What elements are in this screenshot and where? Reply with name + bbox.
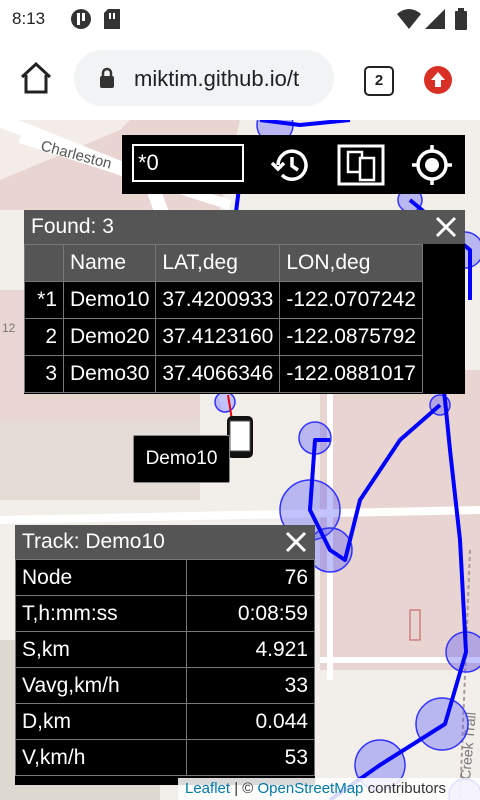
table-row: Vavg,km/h 33 [15,667,315,704]
track-value: 33 [185,667,315,704]
row-name: Demo20 [62,318,157,356]
osm-link[interactable]: OpenStreetMap [258,780,364,797]
found-table: Name LAT,deg LON,deg *1 Demo10 37.420093… [24,244,423,393]
url-text: miktim.github.io/t [134,66,300,91]
sim-card-icon [103,8,121,35]
track-value: 76 [185,559,315,596]
status-time: 8:13 [12,9,46,28]
row-lat: 37.4200933 [155,281,281,319]
table-row[interactable]: 2 Demo20 37.4123160 -122.0875792 [24,318,423,356]
update-button[interactable] [424,66,452,94]
track-value: 0:08:59 [185,595,315,632]
row-index: *1 [24,281,64,319]
track-label: D,km [15,703,187,740]
track-panel-title: Track: Demo10 [22,530,165,553]
track-panel-header: Track: Demo10 [15,525,315,559]
track-panel: Track: Demo10 Node 76 T,h:mm:ss 0:08:59 … [15,525,315,785]
leaflet-link[interactable]: Leaflet [185,780,230,797]
browser-toolbar: miktim.github.io/t 2 [0,38,480,120]
track-table: Node 76 T,h:mm:ss 0:08:59 S,km 4.921 Vav… [15,559,315,776]
row-name: Demo10 [62,281,157,319]
table-header-row: Name LAT,deg LON,deg [24,244,423,282]
table-row[interactable]: *1 Demo10 37.4200933 -122.0707242 [24,281,423,319]
column-header: LON,deg [279,244,423,282]
found-close-button[interactable] [433,214,459,240]
history-button[interactable] [268,143,312,187]
address-bar[interactable]: miktim.github.io/t [74,50,334,106]
track-value: 4.921 [185,631,315,668]
battery-icon [454,8,468,35]
table-row: T,h:mm:ss 0:08:59 [15,595,315,632]
lock-icon [98,67,116,94]
track-value: 0.044 [185,703,315,740]
track-label: Node [15,559,187,596]
row-index: 3 [24,355,64,393]
crosshair-icon [412,145,452,185]
table-row: S,km 4.921 [15,631,315,668]
row-lon: -122.0881017 [279,355,423,393]
home-icon [20,61,52,94]
row-index: 2 [24,318,64,356]
track-label: S,km [15,631,187,668]
found-panel: Found: 3 Name LAT,deg LON,deg *1 Demo10 … [24,210,465,394]
row-lat: 37.4123160 [155,318,281,356]
found-panel-title: Found: 3 [31,215,114,238]
row-lon: -122.0707242 [279,281,423,319]
locate-button[interactable] [410,143,454,187]
devices-icon [337,144,385,186]
status-bar: 8:13 [0,0,480,38]
arrow-up-icon [431,72,445,87]
home-button[interactable] [18,60,54,96]
table-row[interactable]: 3 Demo30 37.4066346 -122.0881017 [24,355,423,393]
map-attribution: Leaflet | © OpenStreetMap contributors [178,778,480,800]
history-icon [270,149,308,181]
track-label: T,h:mm:ss [15,595,187,632]
found-panel-header: Found: 3 [24,210,465,244]
column-header: LAT,deg [155,244,281,282]
close-icon [285,531,307,553]
attribution-tail: contributors [363,780,446,797]
track-label: V,km/h [15,739,187,776]
map-number-label: 12 [2,321,16,335]
track-label: Vavg,km/h [15,667,187,704]
tab-switcher-button[interactable]: 2 [364,66,394,96]
notification-icon [70,8,92,35]
table-row: D,km 0.044 [15,703,315,740]
marker-label[interactable]: Demo10 [133,435,230,483]
signal-icon [424,8,446,35]
attribution-separator: | © [230,780,258,797]
row-lat: 37.4066346 [155,355,281,393]
track-value: 53 [185,739,315,776]
close-icon [435,216,457,238]
wifi-icon [396,8,422,35]
row-lon: -122.0875792 [279,318,423,356]
search-input[interactable] [132,144,244,182]
track-close-button[interactable] [283,529,309,555]
column-header [24,244,64,282]
row-name: Demo30 [62,355,157,393]
column-header: Name [62,244,157,282]
map-toolbar [122,135,465,194]
table-row: Node 76 [15,559,315,596]
table-row: V,km/h 53 [15,739,315,776]
devices-button[interactable] [336,143,385,187]
